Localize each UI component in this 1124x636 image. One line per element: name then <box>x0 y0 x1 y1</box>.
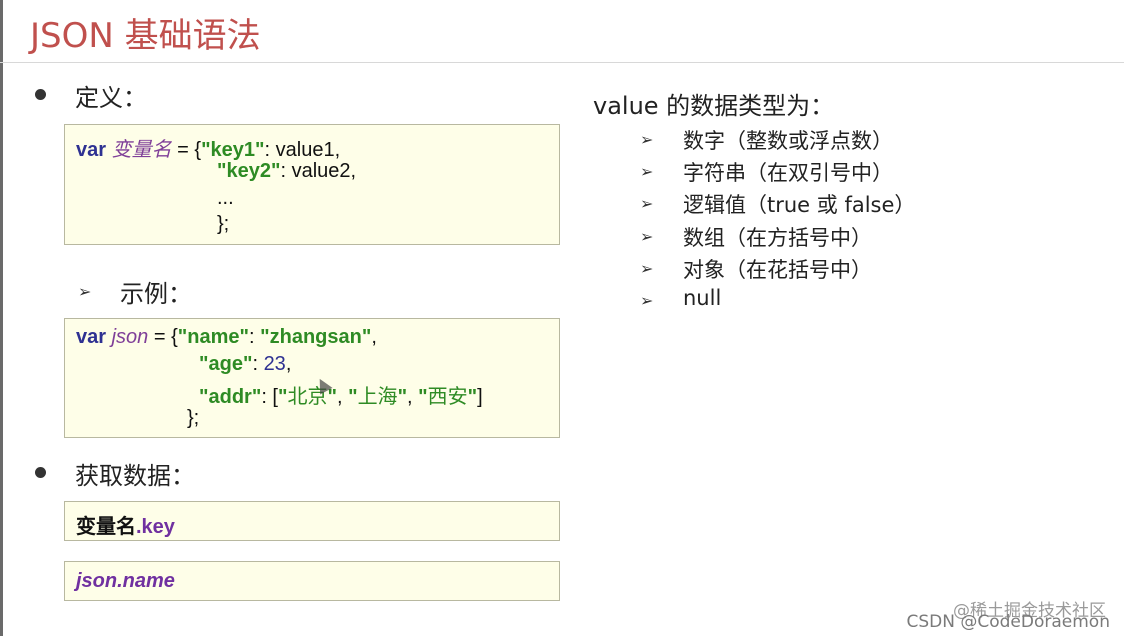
code-key: "key2" <box>217 160 281 182</box>
code-text: ] <box>477 386 483 408</box>
arrow-bullet-icon: ➢ <box>640 164 654 181</box>
code-quote: " <box>467 386 478 408</box>
access-variable: 变量名 <box>76 516 136 538</box>
value-type-item: 数字（整数或浮点数） <box>683 129 893 153</box>
value-type-item: 逻辑值（true 或 false） <box>683 193 916 217</box>
code-string: 上海 <box>357 384 398 408</box>
example-line-3: "addr": ["北京", "上海", "西安"] <box>199 380 483 409</box>
access-box-1: 变量名.key <box>64 501 560 541</box>
code-key: "age" <box>199 353 253 375</box>
code-key: "name" <box>177 326 249 348</box>
code-text: : value1, <box>264 139 341 161</box>
value-type-item: 数组（在方括号中） <box>683 226 872 250</box>
definition-code-box: var 变量名 = {"key1": value1, "key2": value… <box>64 124 560 245</box>
code-variable-name: 变量名 <box>111 139 172 161</box>
access-line-2: json.name <box>76 570 175 593</box>
code-text: , <box>285 353 292 375</box>
slide-left-border <box>0 0 3 636</box>
code-text: : [ <box>261 386 278 408</box>
value-type-item: null <box>683 286 722 310</box>
example-line-4: }; <box>187 407 200 429</box>
definition-line-2: "key2": value2, <box>217 160 356 183</box>
example-code-box: var json = {"name": "zhangsan", "age": 2… <box>64 318 560 438</box>
code-text: : <box>252 353 264 375</box>
code-quote: " <box>418 386 428 408</box>
code-number: 23 <box>263 353 286 375</box>
code-key: "addr" <box>199 386 262 408</box>
code-key: "key1" <box>201 139 265 161</box>
code-text: , <box>336 386 349 408</box>
code-text: = { <box>171 139 202 161</box>
title-divider <box>0 62 1124 63</box>
definition-line-4: }; <box>217 213 230 235</box>
arrow-bullet-icon: ➢ <box>640 261 654 278</box>
access-label: 获取数据： <box>75 462 195 490</box>
definition-line-1: var 变量名 = {"key1": value1, <box>76 133 340 162</box>
arrow-bullet-icon: ➢ <box>640 229 654 246</box>
bullet-dot-icon <box>35 89 46 100</box>
code-string: "zhangsan" <box>260 326 372 348</box>
definition-line-3: ... <box>217 187 234 209</box>
code-text: : <box>249 326 261 348</box>
code-keyword: var <box>76 326 107 348</box>
access-key: .key <box>136 516 175 538</box>
access-example: json.name <box>76 570 175 592</box>
access-line-1: 变量名.key <box>76 510 175 539</box>
value-type-item: 字符串（在双引号中） <box>683 161 893 185</box>
arrow-bullet-icon: ➢ <box>640 293 654 310</box>
value-type-item: 对象（在花括号中） <box>683 258 872 282</box>
code-text: , <box>371 326 377 348</box>
value-types-heading: value 的数据类型为： <box>593 92 835 120</box>
code-text: : value2, <box>280 160 357 182</box>
code-text: , <box>407 386 419 408</box>
code-variable-name: json <box>111 326 149 348</box>
bullet-dot-icon <box>35 467 46 478</box>
code-text: = { <box>148 326 178 348</box>
code-keyword: var <box>76 139 107 161</box>
example-line-1: var json = {"name": "zhangsan", <box>76 326 377 349</box>
watermark-csdn: CSDN @CodeDoraemon <box>906 612 1111 632</box>
access-box-2: json.name <box>64 561 560 601</box>
code-string: 西安 <box>427 384 468 408</box>
code-quote: " <box>397 386 408 408</box>
arrow-bullet-icon: ➢ <box>78 284 92 301</box>
slide-title: JSON 基础语法 <box>30 16 261 56</box>
arrow-bullet-icon: ➢ <box>640 132 654 149</box>
example-label: 示例： <box>120 280 192 308</box>
code-quote: " <box>348 386 358 408</box>
definition-label: 定义： <box>75 84 147 112</box>
arrow-bullet-icon: ➢ <box>640 196 654 213</box>
example-line-2: "age": 23, <box>199 353 291 376</box>
